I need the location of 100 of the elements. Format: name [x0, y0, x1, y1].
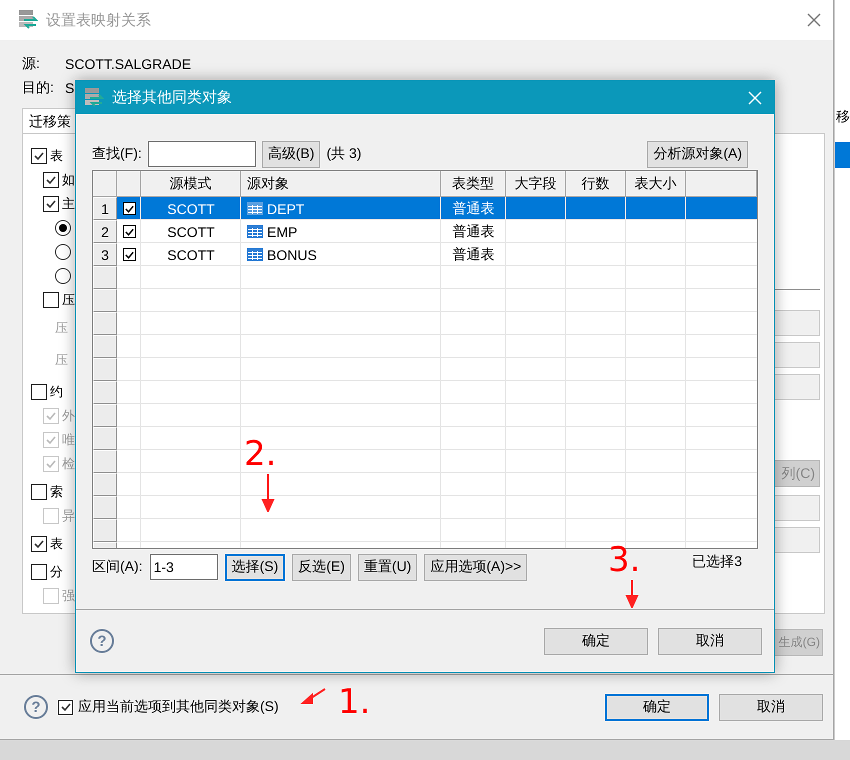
- table-row[interactable]: 2 SCOTT EMP 普通表: [93, 220, 757, 243]
- option-label: 表: [50, 147, 63, 165]
- annotation-number: 1.: [338, 682, 370, 722]
- advanced-button[interactable]: 高级(B): [262, 140, 320, 168]
- check-mark-icon: [45, 434, 57, 446]
- analyze-button[interactable]: 分析源对象(A): [647, 140, 748, 168]
- dialog-title: 选择其他同类对象: [112, 88, 233, 107]
- checkbox[interactable]: [31, 384, 47, 400]
- table-icon: [247, 225, 263, 238]
- row-number: 3: [93, 243, 117, 266]
- option-label: 外: [62, 407, 75, 425]
- mapping-label: 目的:: [22, 79, 55, 97]
- checkbox[interactable]: [31, 564, 47, 580]
- option-label: 约: [50, 383, 63, 401]
- row-header[interactable]: [93, 381, 117, 404]
- table-cell: DEPT: [267, 200, 304, 216]
- check-mark-icon: [45, 458, 57, 470]
- table-icon: [247, 202, 263, 215]
- row-header[interactable]: [93, 404, 117, 427]
- dialog-button[interactable]: 取消: [658, 628, 762, 654]
- annotation-number: 2.: [244, 434, 276, 474]
- close-icon[interactable]: [807, 13, 821, 27]
- check-mark-icon: [33, 150, 45, 162]
- mapping-value: S: [65, 80, 74, 96]
- selected-count: 已选择3: [692, 553, 742, 571]
- annotation-arrow: [261, 474, 276, 512]
- option-label: 压: [55, 351, 68, 369]
- check-mark-icon: [45, 410, 57, 422]
- checkbox[interactable]: [122, 248, 136, 261]
- checkbox[interactable]: [43, 292, 59, 308]
- row-header[interactable]: [93, 519, 117, 542]
- annotation-number: 3.: [608, 540, 640, 580]
- checkbox[interactable]: [122, 225, 136, 238]
- option-label: 异: [62, 507, 75, 525]
- dialog-button[interactable]: 确定: [544, 628, 648, 654]
- option-label: 分: [50, 563, 63, 581]
- checkbox[interactable]: [31, 484, 47, 500]
- row-header[interactable]: [93, 496, 117, 519]
- row-header[interactable]: [93, 335, 117, 358]
- database-sync-icon: [18, 9, 38, 31]
- row-header[interactable]: [93, 427, 117, 450]
- row-header[interactable]: [93, 473, 117, 496]
- table-cell-text: 普通表: [452, 198, 496, 218]
- background-text: 移: [835, 108, 850, 126]
- table-cell-text: SCOTT: [166, 200, 216, 218]
- range-field[interactable]: 1-3: [150, 554, 218, 580]
- window-title: 设置表映射关系: [46, 10, 152, 30]
- range-label: 区间(A):: [92, 558, 143, 576]
- option-label: 如: [62, 171, 75, 189]
- search-field[interactable]: [148, 141, 256, 167]
- option-label: 压: [62, 291, 75, 309]
- help-icon[interactable]: ?: [24, 695, 48, 719]
- check-mark-icon: [45, 174, 57, 186]
- annotation-arrow: [300, 688, 326, 706]
- checkbox[interactable]: [31, 148, 47, 164]
- option-label: 压: [55, 319, 68, 337]
- row-header[interactable]: [93, 358, 117, 381]
- checkbox[interactable]: [122, 202, 136, 215]
- option-label: 主: [62, 195, 75, 213]
- row-header[interactable]: [93, 312, 117, 335]
- check-mark-icon: [60, 701, 72, 713]
- help-icon[interactable]: ?: [90, 629, 114, 653]
- table-cell: BONUS: [267, 246, 317, 262]
- row-number: 2: [93, 220, 117, 243]
- selected-row: [835, 142, 850, 168]
- checkbox[interactable]: [31, 536, 47, 552]
- radio-button[interactable]: [55, 220, 71, 236]
- radio-button[interactable]: [55, 244, 71, 260]
- checkbox[interactable]: [43, 196, 59, 212]
- check-mark-icon: [33, 538, 45, 550]
- row-header[interactable]: [93, 450, 117, 473]
- dialog-button[interactable]: 取消: [719, 694, 823, 720]
- option-label: 唯: [62, 431, 75, 449]
- table-cell-text: SCOTT: [166, 222, 216, 242]
- row-header[interactable]: [93, 266, 117, 289]
- annotation-arrow: [625, 580, 640, 608]
- range-button[interactable]: 应用选项(A)>>: [424, 554, 528, 580]
- mapping-label: 源:: [22, 55, 41, 73]
- table-icon: [247, 248, 263, 261]
- row-header[interactable]: [93, 289, 117, 312]
- row-number: 1: [93, 197, 117, 220]
- table-row[interactable]: 3 SCOTT BONUS 普通表: [93, 243, 757, 266]
- check-mark-icon: [45, 198, 57, 210]
- range-button[interactable]: 重置(U): [358, 554, 418, 580]
- table-cell-text: SCOTT: [166, 246, 216, 264]
- checkbox[interactable]: [58, 700, 73, 714]
- database-sync-icon: [84, 86, 104, 108]
- option-label: 索: [50, 483, 63, 501]
- table-row[interactable]: 1 SCOTT DEPT 普通表: [93, 197, 757, 220]
- dialog-button[interactable]: 确定: [605, 694, 709, 720]
- mapping-value: SCOTT.SALGRADE: [65, 56, 192, 72]
- option-label: 表: [50, 535, 63, 553]
- checkbox-label: 应用当前选项到其他同类对象(S): [78, 698, 279, 716]
- table-cell: EMP: [267, 224, 298, 240]
- option-label: 强: [62, 587, 75, 605]
- radio-button[interactable]: [55, 268, 71, 284]
- checkbox[interactable]: [43, 172, 59, 188]
- range-button[interactable]: 反选(E): [292, 554, 351, 580]
- table-cell-text: 普通表: [452, 222, 496, 240]
- range-button[interactable]: 选择(S): [224, 554, 286, 580]
